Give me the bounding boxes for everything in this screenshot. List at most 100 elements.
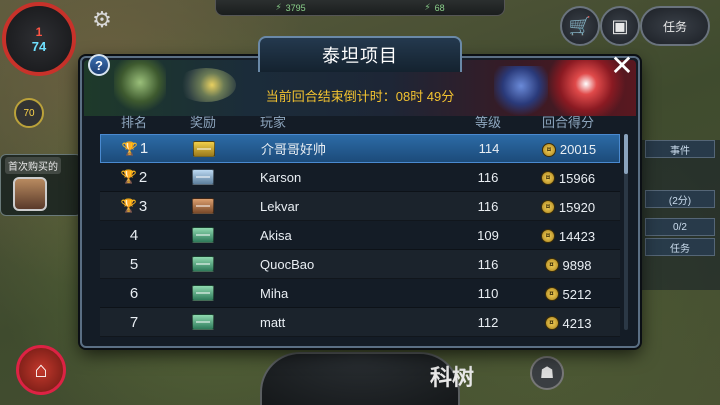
- table-row[interactable]: 4 Akisa 109 ¤ 14423: [100, 221, 620, 250]
- coin-icon: ¤: [544, 287, 559, 302]
- green-crate-icon[interactable]: [192, 285, 214, 301]
- resource-item: ⚡ 3795: [275, 2, 305, 13]
- leaderboard-header: 排名 奖励 玩家 等级 回合得分: [100, 110, 630, 132]
- coin-icon: ¤: [540, 171, 555, 186]
- base-water-value: 74: [31, 38, 47, 54]
- silver-trophy-icon: 🏆: [120, 169, 138, 184]
- round-countdown: 当前回合结束倒计时：08时 49分: [80, 86, 640, 105]
- player-name: Lekvar: [260, 198, 300, 214]
- rank-value: 4: [129, 226, 139, 244]
- table-row[interactable]: 🏆 2 Karson 116 ¤ 15966: [100, 163, 620, 192]
- leaderboard-rows: 🏆 1 介哥哥好帅 114 ¤ 20015 🏆 2 Karson 116 ¤ 159…: [100, 134, 620, 337]
- crate-icon[interactable]: ▣: [600, 6, 640, 46]
- help-icon[interactable]: ?: [88, 54, 110, 76]
- score-value: 20015: [559, 142, 597, 158]
- coin-icon: ¤: [540, 229, 555, 244]
- countdown-value: 08时 49分: [395, 89, 455, 104]
- player-level: 112: [477, 314, 499, 330]
- score-cell: ¤ 15920: [518, 197, 618, 215]
- reward-cell[interactable]: [168, 227, 238, 243]
- rank-cell: 4: [100, 227, 168, 244]
- first-purchase-offer[interactable]: 首次购买的: [0, 154, 82, 216]
- resource-value: 68: [434, 2, 445, 13]
- reward-cell[interactable]: [168, 256, 238, 272]
- tech-tree-label[interactable]: 科树: [430, 360, 474, 392]
- score-value: 15920: [558, 199, 596, 215]
- side-tag-text: (2分): [645, 190, 715, 208]
- leaderboard-scrollbar[interactable]: [624, 134, 628, 330]
- base-status-dial[interactable]: 1 74: [2, 2, 76, 76]
- player-level: 116: [477, 256, 499, 272]
- reward-cell[interactable]: [168, 198, 238, 214]
- table-row[interactable]: 6 Miha 110 ¤ 5212: [100, 279, 620, 308]
- bronze-trophy-icon: 🏆: [120, 198, 138, 213]
- player-name: QuocBao: [260, 256, 315, 272]
- player-level: 116: [477, 198, 499, 214]
- green-crate-icon[interactable]: [192, 227, 214, 243]
- table-row[interactable]: 🏆 3 Lekvar 116 ¤ 15920: [100, 192, 620, 221]
- bronze-crate-icon[interactable]: [192, 198, 214, 214]
- offer-avatar: [13, 177, 47, 211]
- reward-cell[interactable]: [169, 140, 239, 157]
- close-icon[interactable]: ✕: [608, 52, 636, 80]
- rank-cell: 6: [100, 285, 168, 302]
- rank-value: 3: [138, 197, 148, 215]
- gold-trophy-icon: 🏆: [121, 140, 139, 156]
- level-badge[interactable]: 70: [14, 98, 44, 128]
- table-row[interactable]: 7 matt 112 ¤ 4213: [100, 308, 620, 337]
- player-name: 介哥哥好帅: [261, 142, 327, 157]
- header-score: 回合得分: [541, 114, 594, 130]
- rank-cell: 7: [100, 314, 168, 331]
- scrollbar-thumb[interactable]: [624, 134, 628, 174]
- table-row[interactable]: 5 QuocBao 116 ¤ 9898: [100, 250, 620, 279]
- rank-value: 1: [139, 140, 149, 157]
- side-tag-event[interactable]: 事件: [645, 140, 715, 158]
- resource-item: ⚡ 68: [424, 2, 444, 13]
- base-icon[interactable]: ⌂: [16, 345, 66, 395]
- side-tag-task[interactable]: 任务: [645, 238, 715, 256]
- dialog-title-text: 泰坦项目: [322, 46, 398, 66]
- rank-value: 2: [138, 168, 148, 186]
- silver-crate-icon[interactable]: [192, 169, 214, 185]
- player-level: 110: [477, 285, 499, 301]
- score-cell: ¤ 5212: [518, 284, 618, 302]
- shop-cart-icon[interactable]: 🛒: [560, 6, 600, 46]
- quests-button[interactable]: 任务: [640, 6, 710, 46]
- player-name: Karson: [260, 169, 302, 185]
- score-value: 14423: [558, 228, 596, 244]
- gold-crate-icon[interactable]: [193, 140, 215, 157]
- green-crate-icon[interactable]: [192, 256, 214, 272]
- header-level: 等级: [474, 114, 501, 130]
- player-name: matt: [260, 314, 286, 330]
- table-row[interactable]: 🏆 1 介哥哥好帅 114 ¤ 20015: [100, 134, 620, 163]
- base-health-value: 1: [35, 24, 43, 39]
- rank-value: 6: [129, 284, 139, 302]
- dialog-title: 泰坦项目: [258, 36, 462, 72]
- first-purchase-label: 首次购买的: [5, 157, 61, 174]
- player-name: Akisa: [260, 227, 292, 243]
- reward-cell[interactable]: [168, 285, 238, 301]
- rank-cell: 🏆 2: [100, 169, 168, 186]
- robot-icon[interactable]: ☗: [530, 356, 564, 390]
- rank-cell: 🏆 3: [100, 198, 168, 215]
- side-tag-count: 0/2: [645, 218, 715, 236]
- countdown-label: 当前回合结束倒计时：: [265, 89, 396, 104]
- coin-icon: ¤: [540, 200, 555, 215]
- player-level: 116: [477, 169, 499, 185]
- reward-cell[interactable]: [168, 169, 238, 185]
- quests-label: 任务: [662, 19, 687, 34]
- coin-icon: ¤: [544, 316, 559, 331]
- rank-value: 7: [129, 313, 139, 331]
- score-cell: ¤ 9898: [518, 255, 618, 273]
- green-crate-icon[interactable]: [192, 314, 214, 330]
- side-panel: [640, 140, 720, 290]
- coin-icon: ¤: [544, 258, 559, 273]
- resource-bar: ⚡ 3795 ⚡ 68: [215, 0, 505, 16]
- player-name: Miha: [260, 285, 289, 301]
- reward-cell[interactable]: [168, 314, 238, 330]
- header-reward: 奖励: [189, 114, 216, 130]
- score-cell: ¤ 15966: [518, 168, 618, 186]
- gear-icon[interactable]: ⚙: [90, 8, 114, 32]
- score-value: 4213: [562, 315, 592, 331]
- rank-cell: 🏆 1: [101, 140, 169, 157]
